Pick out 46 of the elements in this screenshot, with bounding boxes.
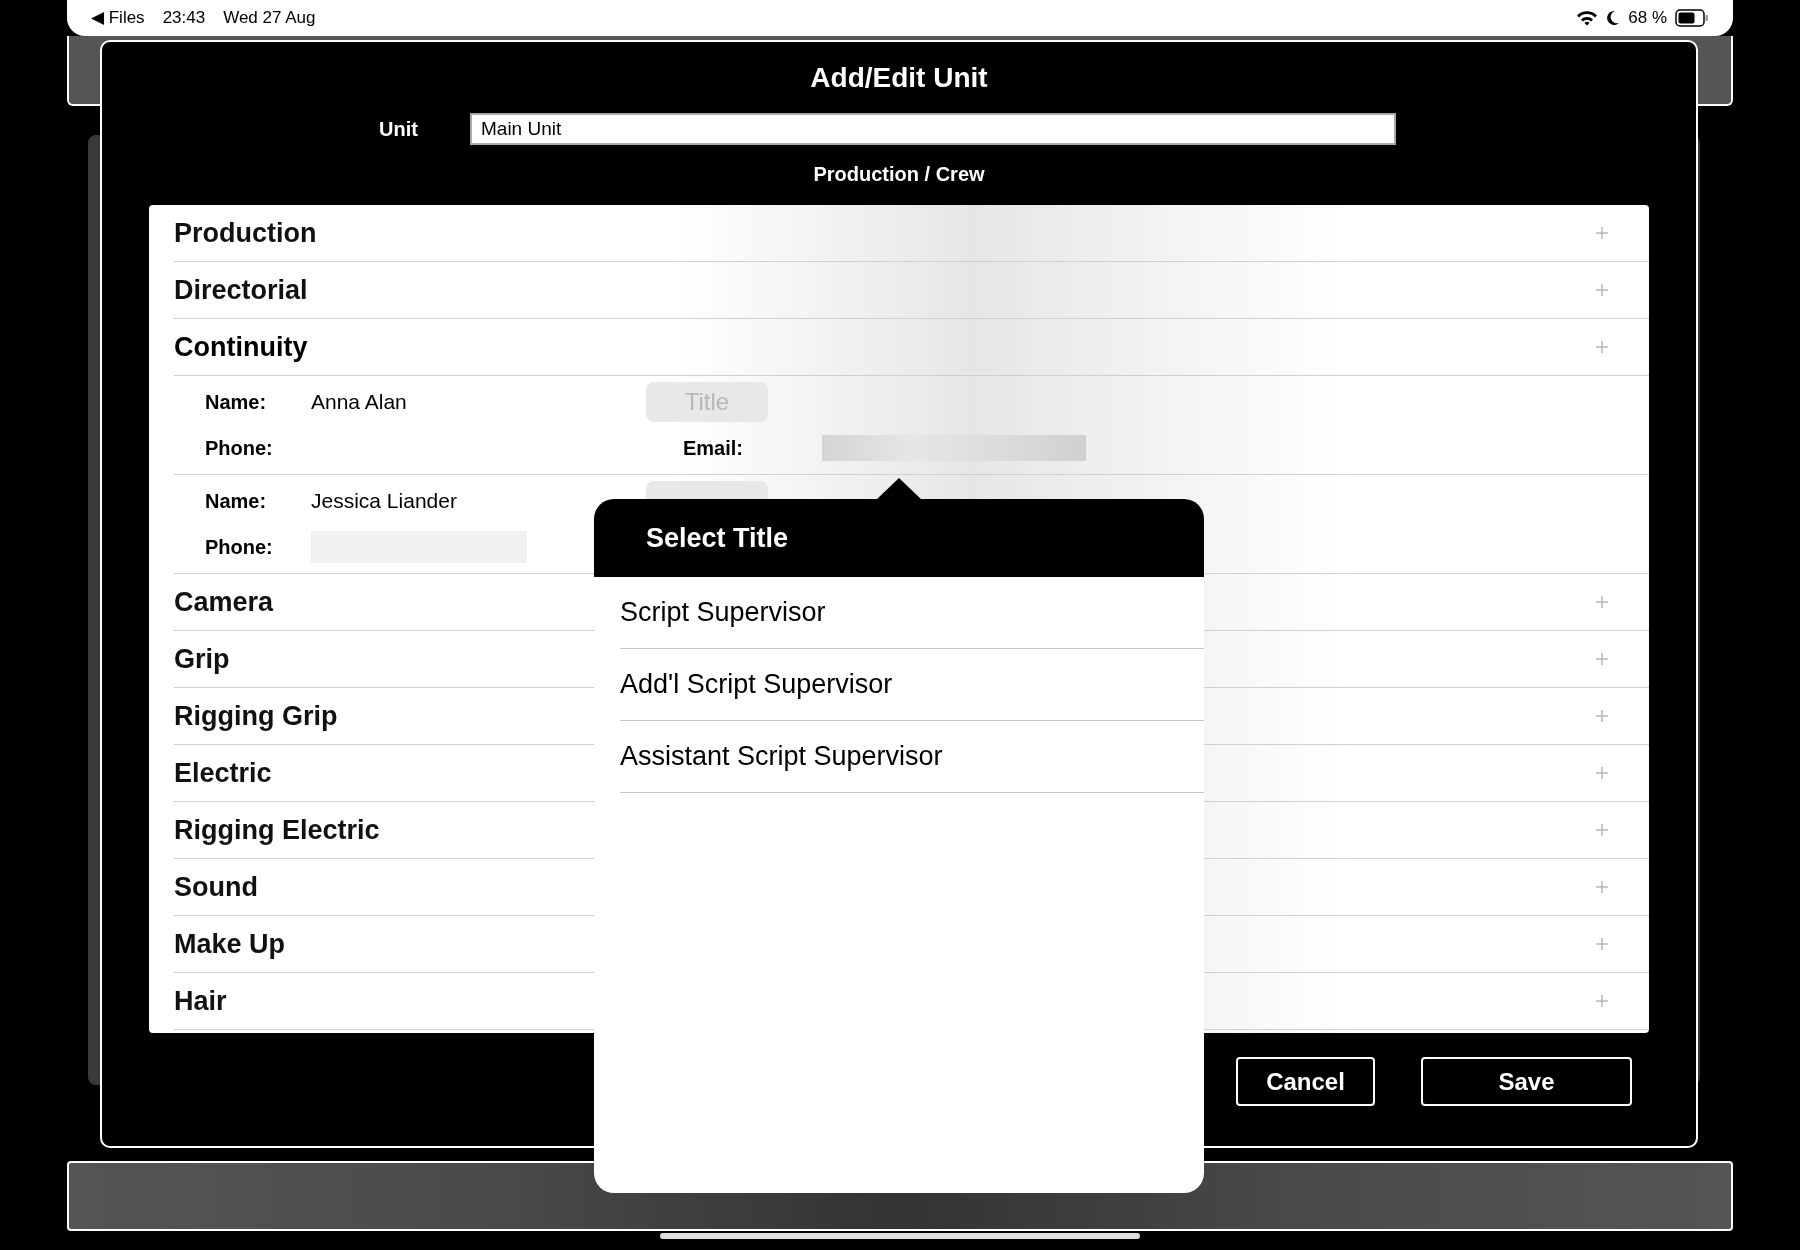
plus-icon[interactable] (1595, 595, 1609, 609)
section-header[interactable]: Production (174, 212, 317, 254)
title-option[interactable]: Assistant Script Supervisor (620, 721, 1204, 793)
section-header[interactable]: Make Up (174, 923, 286, 965)
section-header[interactable]: Electric (174, 752, 272, 794)
section-header[interactable]: Camera (174, 581, 274, 623)
plus-icon[interactable] (1595, 340, 1609, 354)
phone-label: Phone: (205, 436, 274, 461)
title-option[interactable]: Script Supervisor (620, 577, 1204, 649)
section-header[interactable]: Continuity (174, 326, 308, 368)
contact-name: Jessica Liander (311, 488, 458, 515)
email-label: Email: (683, 436, 745, 461)
section-header[interactable]: Rigging Grip (174, 695, 338, 737)
unit-field[interactable]: Main Unit (470, 113, 1396, 145)
plus-icon[interactable] (1595, 766, 1609, 780)
window-title: Add/Edit Unit (810, 61, 988, 95)
battery-icon (1675, 9, 1709, 27)
back-link[interactable]: ◀ Files (91, 5, 145, 31)
plus-icon[interactable] (1595, 226, 1609, 240)
plus-icon[interactable] (1595, 283, 1609, 297)
status-date: Wed 27 Aug (223, 7, 316, 30)
section-header[interactable]: Directorial (174, 269, 308, 311)
name-label: Name: (205, 390, 268, 415)
section-header[interactable]: Hair (174, 980, 227, 1022)
plus-icon[interactable] (1595, 709, 1609, 723)
status-time: 23:43 (162, 7, 206, 30)
save-button[interactable]: Save (1421, 1057, 1632, 1106)
unit-label: Unit (379, 117, 419, 142)
section-heading: Production / Crew (813, 162, 985, 187)
section-header[interactable]: Grip (174, 638, 230, 680)
plus-icon[interactable] (1595, 880, 1609, 894)
section-header[interactable]: Sound (174, 866, 258, 908)
plus-icon[interactable] (1595, 994, 1609, 1008)
cancel-button[interactable]: Cancel (1236, 1057, 1375, 1106)
title-option[interactable]: Add'l Script Supervisor (620, 649, 1204, 721)
plus-icon[interactable] (1595, 652, 1609, 666)
popover-title: Select Title (646, 521, 789, 555)
section-header[interactable]: Rigging Electric (174, 809, 380, 851)
plus-icon[interactable] (1595, 937, 1609, 951)
wifi-icon (1576, 10, 1599, 26)
plus-icon[interactable] (1595, 823, 1609, 837)
phone-label: Phone: (205, 535, 274, 560)
moon-icon (1606, 10, 1621, 26)
battery-percent: 68 % (1628, 7, 1667, 30)
contact-name: Anna Alan (311, 389, 408, 416)
name-label: Name: (205, 489, 268, 514)
